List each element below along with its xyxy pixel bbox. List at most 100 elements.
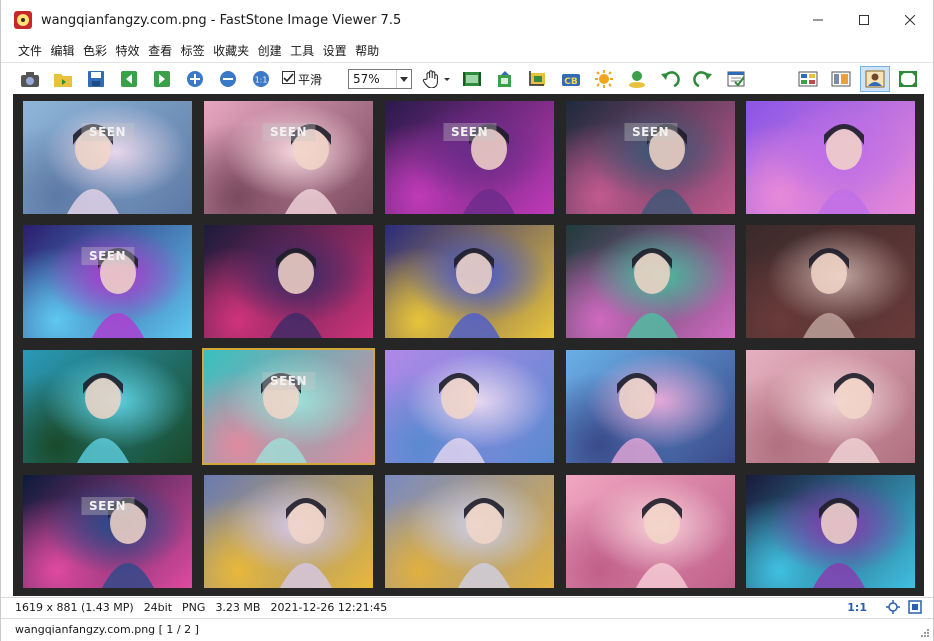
menu-color[interactable]: 色彩 xyxy=(83,42,107,59)
menu-bar: 文件 编辑 色彩 特效 查看 标签 收藏夹 创建 工具 设置 帮助 xyxy=(1,40,933,60)
thumbnail[interactable] xyxy=(746,225,915,338)
thumbnail[interactable] xyxy=(204,225,373,338)
ratio-button[interactable]: 1:1 xyxy=(847,601,867,614)
image-filesize: 3.23 MB xyxy=(215,601,261,614)
thumbnail[interactable] xyxy=(746,101,915,214)
thumbnail-image xyxy=(67,124,119,214)
thumbnail[interactable] xyxy=(23,350,192,463)
seen-badge: SEEN xyxy=(261,123,316,141)
menu-settings[interactable]: 设置 xyxy=(323,42,347,59)
fullscreen-icon[interactable] xyxy=(897,68,919,90)
maximize-button[interactable] xyxy=(841,0,887,40)
file-position: wangqianfangzy.com.png [ 1 / 2 ] xyxy=(15,623,199,636)
menu-effects[interactable]: 特效 xyxy=(116,42,140,59)
zoom-in-icon[interactable] xyxy=(184,68,206,90)
title-bar: wangqianfangzy.com.png - FastStone Image… xyxy=(1,0,933,40)
thumbnail-image xyxy=(433,373,485,463)
slideshow-icon[interactable] xyxy=(461,68,483,90)
menu-help[interactable]: 帮助 xyxy=(355,42,379,59)
thumbnail-image xyxy=(92,248,144,338)
menu-favorites[interactable]: 收藏夹 xyxy=(213,42,249,59)
menu-view[interactable]: 查看 xyxy=(148,42,172,59)
checkmark-icon xyxy=(283,73,294,83)
menu-create[interactable]: 创建 xyxy=(258,42,282,59)
properties-icon[interactable] xyxy=(725,68,747,90)
menu-edit[interactable]: 编辑 xyxy=(51,42,75,59)
thumbnail[interactable]: SEEN xyxy=(23,101,192,214)
thumbnail[interactable] xyxy=(385,225,554,338)
thumbnail[interactable] xyxy=(566,225,735,338)
close-button[interactable] xyxy=(887,0,933,40)
menu-tags[interactable]: 标签 xyxy=(181,42,205,59)
thumbnail[interactable]: SEEN xyxy=(385,101,554,214)
thumbnail[interactable]: SEEN xyxy=(204,101,373,214)
image-datetime: 2021-12-26 12:21:45 xyxy=(270,601,388,614)
seen-badge: SEEN xyxy=(623,123,678,141)
thumbnail-image xyxy=(270,248,322,338)
thumbnail-image xyxy=(611,373,663,463)
thumbnail[interactable] xyxy=(746,475,915,588)
app-icon xyxy=(14,11,32,29)
menu-file[interactable]: 文件 xyxy=(18,42,42,59)
thumbnail[interactable] xyxy=(566,475,735,588)
thumbnail[interactable]: SEEN xyxy=(23,225,192,338)
expand-icon[interactable] xyxy=(907,600,923,614)
thumbnail-image xyxy=(828,373,880,463)
image-bitdepth: 24bit xyxy=(143,601,173,614)
thumbnail-image xyxy=(641,124,693,214)
red-eye-icon[interactable] xyxy=(626,68,648,90)
thumbnail[interactable] xyxy=(746,350,915,463)
seen-badge: SEEN xyxy=(261,372,316,390)
status-tools: 1:1 xyxy=(847,600,923,614)
seen-badge: SEEN xyxy=(80,497,135,515)
actual-size-icon[interactable]: 1:1 xyxy=(250,68,272,90)
thumbnail[interactable]: SEEN xyxy=(23,475,192,588)
close-icon xyxy=(905,15,915,25)
camera-icon[interactable] xyxy=(19,68,41,90)
thumbnail-image xyxy=(463,124,515,214)
minimize-button[interactable] xyxy=(795,0,841,40)
image-format: PNG xyxy=(182,601,206,614)
fit-icon[interactable] xyxy=(885,600,901,614)
save-icon[interactable] xyxy=(85,68,107,90)
window-controls xyxy=(795,0,933,40)
svg-text:CB: CB xyxy=(564,77,578,87)
thumbnail-image xyxy=(803,248,855,338)
color-adjust-icon[interactable]: CB xyxy=(560,68,582,90)
next-icon[interactable] xyxy=(151,68,173,90)
zoom-out-icon[interactable] xyxy=(217,68,239,90)
rotate-left-icon[interactable] xyxy=(659,68,681,90)
minimize-icon xyxy=(813,19,823,21)
browser-layout-icon[interactable] xyxy=(797,68,819,90)
window-title: wangqianfangzy.com.png - FastStone Image… xyxy=(41,12,402,28)
zoom-select[interactable]: 57% xyxy=(348,69,412,89)
open-folder-icon[interactable] xyxy=(52,68,74,90)
seen-badge: SEEN xyxy=(80,247,135,265)
thumbnail-image xyxy=(636,498,688,588)
thumbnail-layout-icon[interactable] xyxy=(830,68,852,90)
image-info-bar: 1619 x 881 (1.43 MP) 24bit PNG 3.23 MB 2… xyxy=(1,597,933,617)
thumbnail[interactable]: SEEN xyxy=(202,348,375,465)
app-window: wangqianfangzy.com.png - FastStone Image… xyxy=(0,0,934,641)
thumbnail-image xyxy=(448,248,500,338)
rotate-right-icon[interactable] xyxy=(692,68,714,90)
menu-tools[interactable]: 工具 xyxy=(290,42,314,59)
thumbnail[interactable] xyxy=(566,350,735,463)
thumbnail-grid: SEEN SEEN SEEN SEEN SEEN SEEN SEEN xyxy=(13,94,924,596)
thumbnail[interactable] xyxy=(385,475,554,588)
crop-icon[interactable] xyxy=(527,68,549,90)
chevron-down-icon[interactable] xyxy=(396,70,411,88)
smooth-label: 平滑 xyxy=(298,73,323,87)
thumbnail-image xyxy=(285,124,337,214)
thumbnail[interactable] xyxy=(385,350,554,463)
previous-icon[interactable] xyxy=(118,68,140,90)
viewer-mode-button[interactable] xyxy=(860,66,890,92)
resize-grip-icon[interactable] xyxy=(919,627,929,637)
sun-icon[interactable] xyxy=(593,68,615,90)
thumbnail[interactable]: SEEN xyxy=(566,101,735,214)
resize-icon[interactable] xyxy=(494,68,516,90)
thumbnail[interactable] xyxy=(204,475,373,588)
smooth-checkbox[interactable] xyxy=(282,71,295,84)
seen-badge: SEEN xyxy=(442,123,497,141)
pan-hand-icon[interactable] xyxy=(421,68,451,90)
